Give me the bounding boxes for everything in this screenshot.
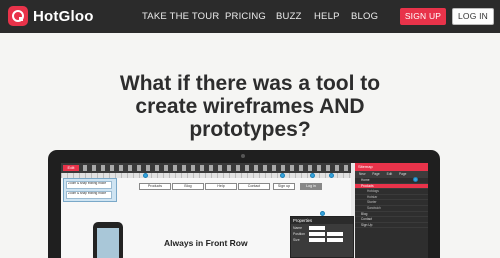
nav-pricing[interactable]: PRICING	[225, 11, 266, 22]
wireframe-nav-products: Products	[139, 183, 171, 190]
nav-blog[interactable]: BLOG	[351, 11, 378, 22]
property-row: Position	[293, 232, 351, 236]
property-input	[309, 226, 325, 230]
property-input	[309, 238, 325, 242]
hotspot-icon	[143, 173, 148, 178]
logo-text: HotGloo	[33, 7, 94, 25]
property-input	[327, 238, 343, 242]
property-input	[309, 232, 325, 236]
properties-title: Properties	[291, 217, 353, 224]
hero-line-1: What if there was a tool to	[119, 72, 381, 95]
phone-screen	[97, 228, 119, 258]
phone-widget	[93, 222, 123, 258]
note-item: Zoom & snap editing mode	[66, 191, 112, 199]
hero-headline: What if there was a tool to create wiref…	[40, 72, 460, 141]
nav-buzz[interactable]: BUZZ	[276, 11, 302, 22]
edit-button: Edit	[63, 165, 79, 171]
sitemap-title: Sitemap	[355, 163, 428, 171]
hotspot-icon	[310, 173, 315, 178]
property-label: Size	[293, 238, 300, 242]
wireframe-nav-help: Help	[205, 183, 237, 190]
hotspot-icon	[329, 173, 334, 178]
hotspot-icon	[320, 211, 325, 216]
notes-panel: Zoom & snap editing mode Zoom & snap edi…	[63, 178, 117, 202]
top-navbar: HotGloo TAKE THE TOUR PRICING BUZZ HELP …	[0, 0, 500, 33]
logo[interactable]: HotGloo	[8, 6, 94, 26]
hero-line-2: create wireframes AND	[135, 95, 365, 118]
log-in-button[interactable]: LOG IN	[452, 8, 494, 25]
nav-help[interactable]: HELP	[314, 11, 340, 22]
hotgloo-logo-icon	[8, 6, 28, 26]
property-row: Name	[293, 226, 351, 230]
wireframe-nav-contact: Contact	[238, 183, 270, 190]
wireframe-nav: Products Blog Help Contact	[139, 183, 271, 190]
hotspot-icon	[413, 177, 418, 182]
property-input	[327, 232, 343, 236]
note-item: Zoom & snap editing mode	[66, 181, 112, 189]
properties-panel: Properties Name Position Size	[290, 216, 354, 258]
wireframe-log-in: Log in	[300, 183, 322, 190]
property-label: Name	[293, 226, 303, 230]
toolbar-icons	[83, 165, 348, 171]
property-label: Position	[293, 232, 306, 236]
editor-toolbar: Edit	[61, 163, 351, 173]
sitemap-item: Sign Up	[355, 223, 428, 229]
hotspot-icon	[280, 173, 285, 178]
property-row: Size	[293, 238, 351, 242]
front-row-label: Always in Front Row	[164, 238, 248, 248]
wireframe-canvas: Zoom & snap editing mode Zoom & snap edi…	[61, 173, 354, 258]
wireframe-nav-blog: Blog	[172, 183, 204, 190]
wireframe-sign-up: Sign up	[273, 183, 295, 190]
hero-line-3: prototypes?	[189, 118, 311, 141]
camera-icon	[241, 154, 245, 158]
laptop-mockup: Edit Zoom & snap editing mode Zoom & sna…	[48, 150, 440, 258]
sign-up-button[interactable]: SIGN UP	[400, 8, 446, 25]
app-screenshot: Edit Zoom & snap editing mode Zoom & sna…	[61, 163, 428, 258]
nav-take-the-tour[interactable]: TAKE THE TOUR	[142, 11, 219, 22]
